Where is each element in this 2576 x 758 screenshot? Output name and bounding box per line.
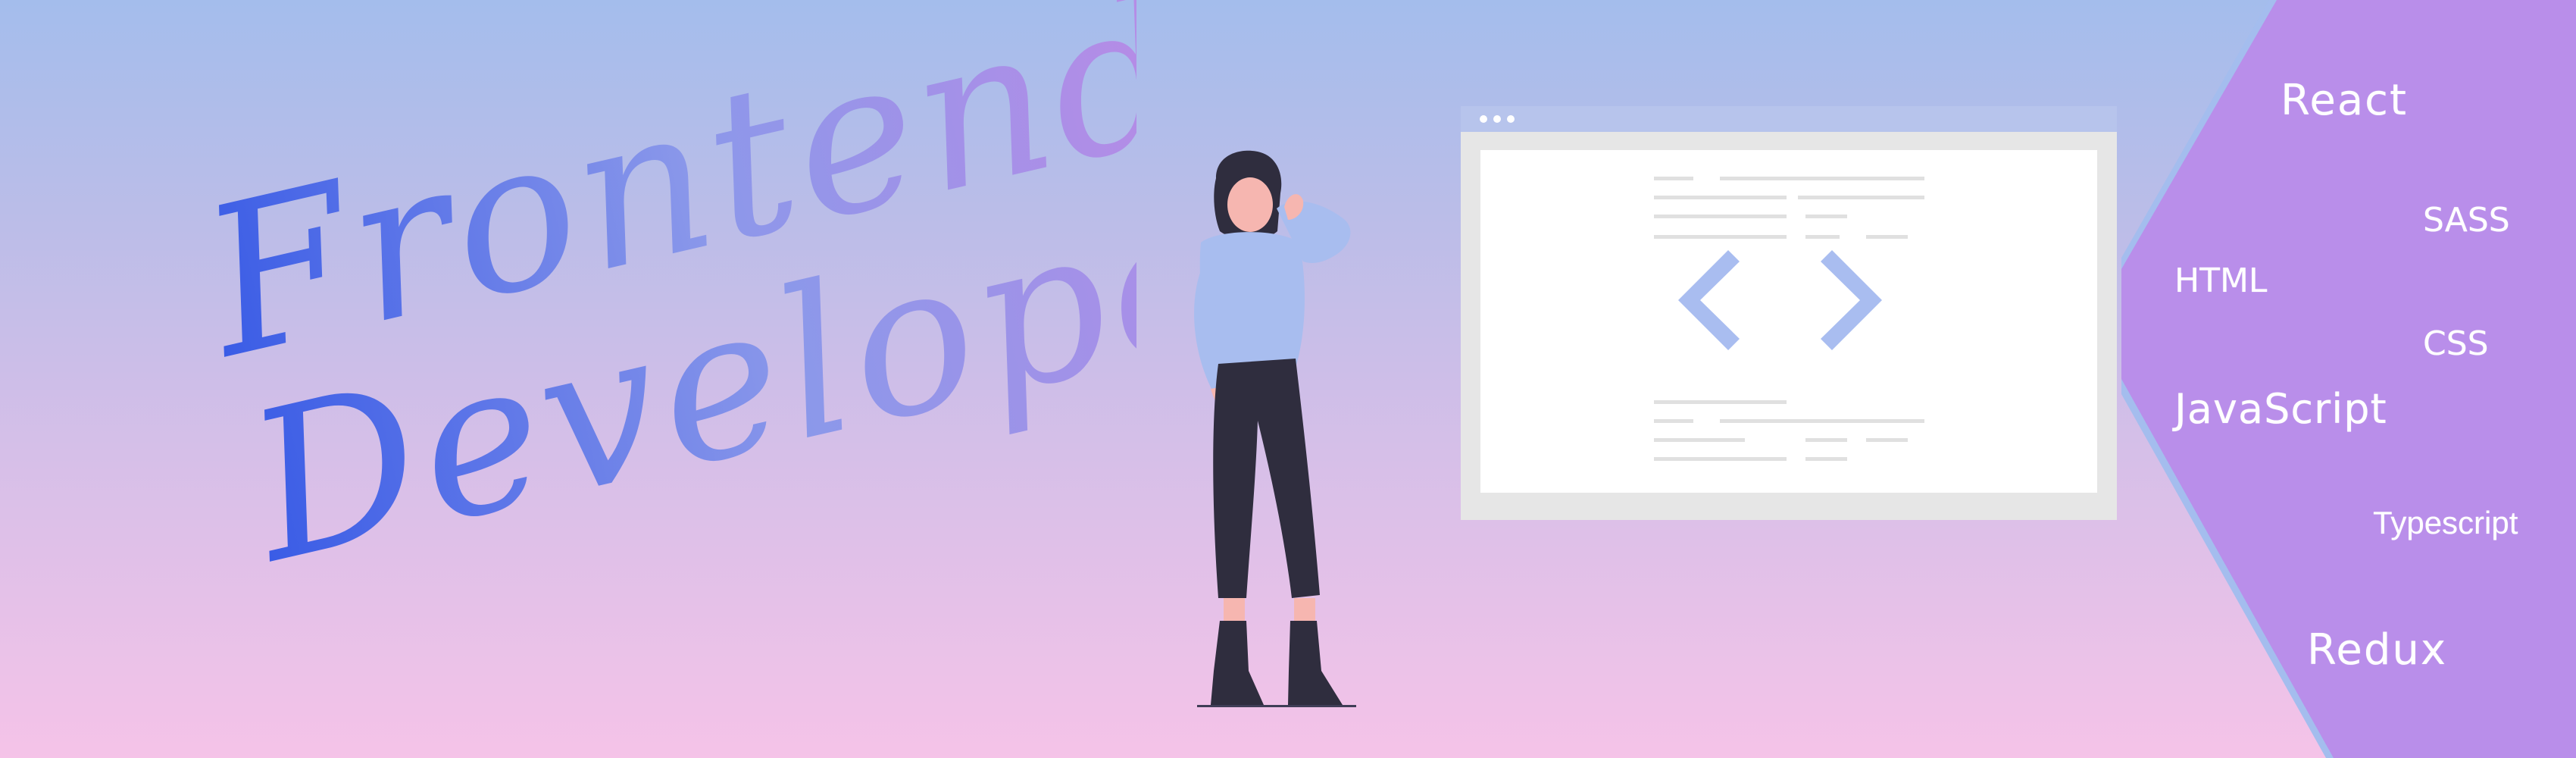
skill-react: React bbox=[2281, 76, 2408, 125]
skill-sass: SASS bbox=[2423, 201, 2510, 240]
hero-banner: Frontend Developer React SASS HTML CSS J… bbox=[0, 0, 2576, 758]
skills-panel: React SASS HTML CSS JavaScript Typescrip… bbox=[0, 0, 2576, 758]
skill-css: CSS bbox=[2423, 324, 2489, 363]
skill-redux: Redux bbox=[2307, 625, 2448, 675]
skill-html: HTML bbox=[2174, 262, 2268, 300]
skill-typescript: Typescript bbox=[2373, 505, 2518, 540]
skill-javascript: JavaScript bbox=[2174, 385, 2387, 433]
skills-panel-shape bbox=[2121, 0, 2576, 758]
